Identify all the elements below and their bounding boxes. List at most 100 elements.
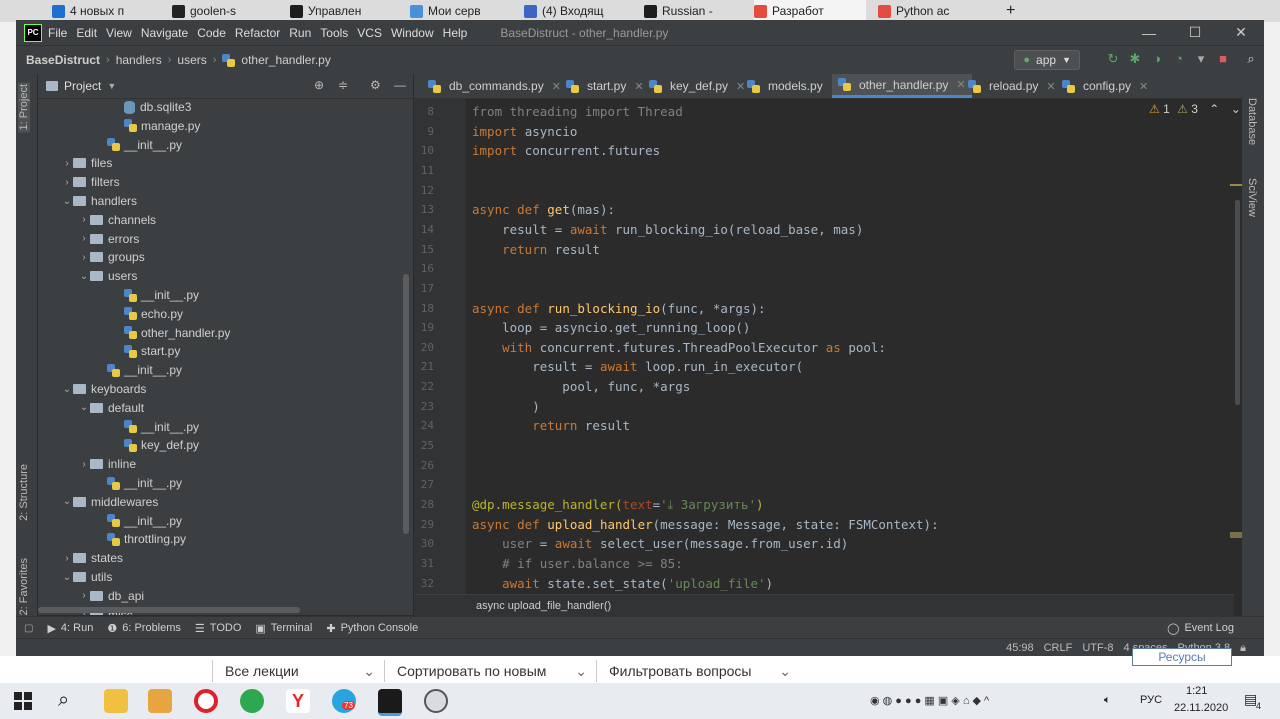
locate-icon[interactable]: ⊕ bbox=[314, 78, 324, 92]
code-line[interactable]: import asyncio bbox=[472, 122, 577, 142]
language-indicator[interactable]: РУС bbox=[1140, 694, 1162, 706]
clock-date[interactable]: 22.11.2020 bbox=[1174, 702, 1228, 714]
tree-item[interactable]: __init__.py bbox=[38, 474, 182, 492]
tool-tab[interactable]: ❶ 6: Problems bbox=[107, 622, 181, 635]
browser-tab[interactable]: 4 новых п bbox=[52, 0, 164, 22]
breadcrumb-project[interactable]: BaseDistruct bbox=[26, 53, 100, 67]
editor-tab[interactable]: start.py ✕ bbox=[560, 74, 650, 98]
menu-navigate[interactable]: Navigate bbox=[141, 26, 188, 40]
tray-icons[interactable]: ◉ ◍ ● ● ● ▦ ▣ ◈ ⌂ ◆ ^ bbox=[870, 694, 989, 707]
editor-tab[interactable]: reload.py ✕ bbox=[962, 74, 1062, 98]
event-log-tab[interactable]: ◯ Event Log bbox=[1167, 622, 1234, 635]
code-line[interactable]: import concurrent.futures bbox=[472, 141, 660, 161]
tree-item[interactable]: › inline bbox=[38, 455, 136, 473]
tree-item[interactable]: start.py bbox=[38, 342, 180, 360]
tree-item[interactable]: manage.py bbox=[38, 117, 200, 135]
menu-run[interactable]: Run bbox=[289, 26, 311, 40]
menu-refactor[interactable]: Refactor bbox=[235, 26, 280, 40]
database-tool-tab[interactable]: Database bbox=[1246, 98, 1258, 145]
menu-edit[interactable]: Edit bbox=[76, 26, 97, 40]
rerun-icon[interactable]: ↻ bbox=[1106, 52, 1120, 66]
stop-icon[interactable]: ■ bbox=[1216, 52, 1230, 66]
code-line[interactable]: await state.set_state('upload_file') bbox=[472, 574, 773, 594]
filter-select[interactable]: Фильтровать вопросы ⌄ bbox=[596, 660, 791, 682]
chevron-down-icon[interactable]: ⌄ bbox=[61, 196, 73, 207]
chevron-down-icon[interactable]: ⌄ bbox=[78, 402, 90, 413]
profile-icon[interactable]: ◔ bbox=[1172, 52, 1186, 66]
tree-horizontal-scrollbar[interactable] bbox=[38, 607, 300, 613]
editor-tab[interactable]: key_def.py ✕ bbox=[643, 74, 751, 98]
volume-icon[interactable]: 🔈︎ bbox=[1104, 694, 1111, 707]
menu-vcs[interactable]: VCS bbox=[357, 26, 382, 40]
code-line[interactable]: user = await select_user(message.from_us… bbox=[472, 534, 848, 554]
code-line[interactable]: loop = asyncio.get_running_loop() bbox=[472, 318, 750, 338]
sciview-tool-tab[interactable]: SciView bbox=[1246, 178, 1258, 217]
tree-item[interactable]: __init__.py bbox=[38, 361, 182, 379]
maximize-button[interactable]: ☐ bbox=[1172, 20, 1218, 45]
error-stripe-mark[interactable] bbox=[1230, 184, 1242, 186]
chevron-right-icon[interactable]: › bbox=[61, 553, 73, 564]
media-player-icon[interactable] bbox=[148, 689, 172, 713]
close-tab-icon[interactable]: ✕ bbox=[1139, 80, 1148, 93]
chevron-right-icon[interactable]: › bbox=[61, 177, 73, 188]
pycharm-taskbar-icon[interactable] bbox=[378, 689, 402, 716]
breadcrumb-handlers[interactable]: handlers bbox=[116, 53, 162, 67]
tree-item[interactable]: › db_api bbox=[38, 587, 144, 605]
chevron-right-icon[interactable]: › bbox=[61, 158, 73, 169]
gear-icon[interactable]: ⚙ bbox=[370, 78, 381, 92]
file-encoding[interactable]: UTF-8 bbox=[1082, 642, 1113, 654]
tree-item[interactable]: other_handler.py bbox=[38, 324, 230, 342]
code-line[interactable]: return result bbox=[472, 240, 600, 260]
tree-item[interactable]: db.sqlite3 bbox=[38, 98, 191, 116]
chevron-right-icon[interactable]: › bbox=[78, 459, 90, 470]
debug-icon[interactable]: ✱ bbox=[1128, 52, 1142, 66]
code-line[interactable]: async def upload_handler(message: Messag… bbox=[472, 515, 939, 535]
chevron-down-icon[interactable]: ⌄ bbox=[61, 496, 73, 507]
code-line[interactable]: result = await run_blocking_io(reload_ba… bbox=[472, 220, 863, 240]
chevron-right-icon[interactable]: › bbox=[78, 233, 90, 244]
search-icon[interactable]: ⌕ bbox=[1244, 52, 1258, 66]
code-line[interactable]: # if user.balance >= 85: bbox=[472, 554, 683, 574]
breadcrumb-file[interactable]: other_handler.py bbox=[241, 53, 330, 67]
close-window-button[interactable]: ✕ bbox=[1218, 20, 1264, 45]
tree-item[interactable]: __init__.py bbox=[38, 136, 182, 154]
error-stripe-mark[interactable] bbox=[1230, 532, 1242, 538]
resources-button[interactable]: Ресурсы bbox=[1132, 648, 1232, 666]
menu-file[interactable]: File bbox=[48, 26, 67, 40]
tree-item[interactable]: ⌄ users bbox=[38, 267, 138, 285]
lock-icon[interactable]: 🔒︎ bbox=[1240, 642, 1246, 655]
tree-item[interactable]: › files bbox=[38, 154, 112, 172]
more-run-icon[interactable]: ▾ bbox=[1194, 52, 1208, 66]
browser-tab[interactable]: (4) Входящ bbox=[524, 0, 636, 22]
code-line[interactable]: result = await loop.run_in_executor( bbox=[472, 357, 803, 377]
code-line[interactable]: from threading import Thread bbox=[472, 102, 683, 122]
tool-tab[interactable]: ☰ TODO bbox=[195, 622, 241, 635]
tree-item[interactable]: ⌄ keyboards bbox=[38, 380, 147, 398]
minimize-button[interactable]: — bbox=[1126, 20, 1172, 45]
breadcrumb-users[interactable]: users bbox=[177, 53, 206, 67]
yandex-icon[interactable]: Y bbox=[286, 689, 310, 713]
tree-item[interactable]: echo.py bbox=[38, 305, 183, 323]
chevron-down-icon[interactable]: ⌄ bbox=[61, 572, 73, 583]
browser-tab[interactable]: Python ас bbox=[878, 0, 990, 22]
file-explorer-icon[interactable] bbox=[104, 689, 128, 713]
chevron-down-icon[interactable]: ⌄ bbox=[61, 384, 73, 395]
chevron-down-icon[interactable]: ▼ bbox=[107, 81, 116, 91]
new-tab-icon[interactable]: + bbox=[1006, 0, 1015, 22]
favorites-tool-tab[interactable]: 2: Favorites bbox=[18, 558, 30, 615]
tree-item[interactable]: ⌄ default bbox=[38, 399, 144, 417]
close-tab-icon[interactable]: ✕ bbox=[1046, 80, 1055, 93]
activity-icon[interactable] bbox=[424, 689, 448, 713]
editor-scrollbar[interactable] bbox=[1235, 200, 1240, 405]
chevron-down-icon[interactable]: ⌄ bbox=[1231, 102, 1241, 116]
editor-tab[interactable]: config.py ✕ bbox=[1056, 74, 1154, 98]
tool-tab[interactable]: ▶ 4: Run bbox=[47, 622, 93, 635]
code-line[interactable]: with concurrent.futures.ThreadPoolExecut… bbox=[472, 338, 886, 358]
tool-tab[interactable]: ✚ Python Console bbox=[326, 622, 418, 635]
menu-tools[interactable]: Tools bbox=[320, 26, 348, 40]
code-line[interactable]: pool, func, *args bbox=[472, 377, 690, 397]
menu-code[interactable]: Code bbox=[197, 26, 226, 40]
tree-item[interactable]: › channels bbox=[38, 211, 156, 229]
tree-item[interactable]: › groups bbox=[38, 248, 144, 266]
line-separator[interactable]: CRLF bbox=[1044, 642, 1073, 654]
